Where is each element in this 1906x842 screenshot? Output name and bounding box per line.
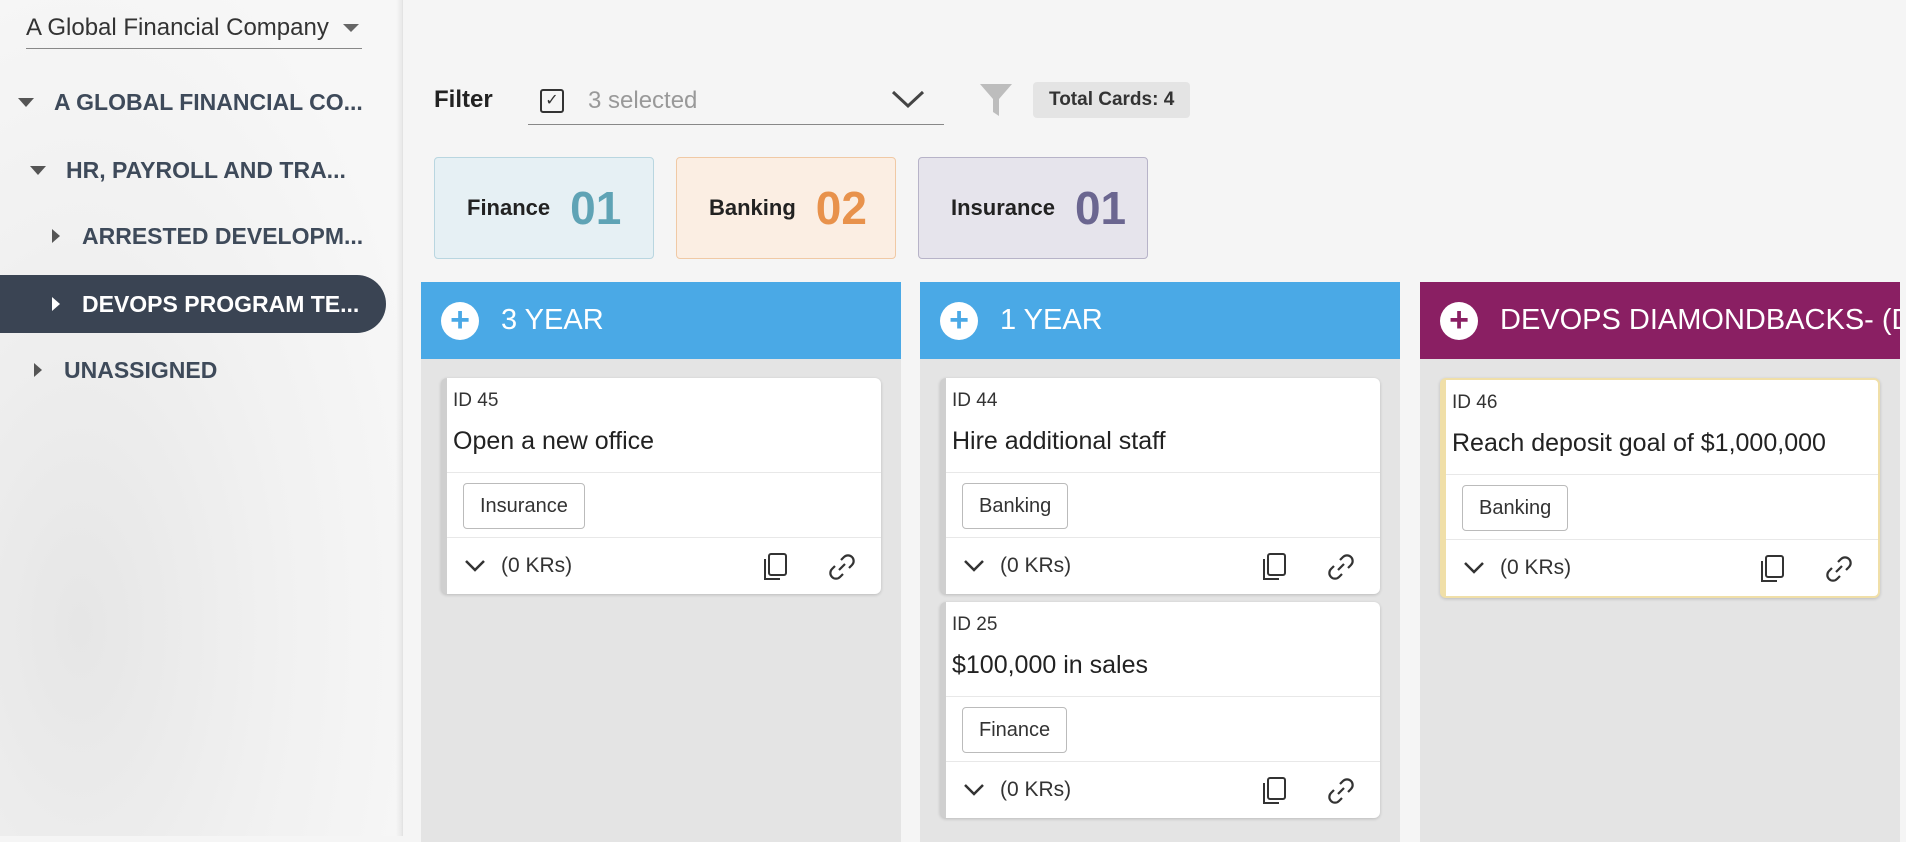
tree-item-label: ARRESTED DEVELOPM...	[82, 222, 364, 249]
column-header: + 1 YEAR	[920, 282, 1400, 359]
copy-icon[interactable]	[1260, 776, 1288, 806]
card-tag-row: Banking	[946, 472, 1380, 537]
chevron-down-icon	[891, 90, 925, 109]
expand-right-icon[interactable]	[34, 363, 42, 377]
category-tag[interactable]: Banking	[1462, 485, 1569, 531]
category-tag[interactable]: Finance	[962, 707, 1068, 753]
column-3-year: + 3 YEAR ID 45 Open a new office Insuran…	[421, 282, 901, 842]
objective-card[interactable]: ID 45 Open a new office Insurance (0 KRs…	[441, 378, 881, 594]
category-tag[interactable]: Banking	[962, 483, 1069, 529]
category-filter-select[interactable]: ✓ 3 selected	[528, 78, 944, 125]
column-header: + 3 YEAR	[421, 282, 901, 359]
card-title: Reach deposit goal of $1,000,000	[1452, 429, 1826, 457]
card-title: $100,000 in sales	[952, 651, 1148, 679]
column-title: 1 YEAR	[1000, 304, 1103, 336]
add-card-plus-icon[interactable]: +	[940, 301, 978, 340]
expand-chevron-icon[interactable]	[463, 558, 487, 574]
sidebar: A Global Financial Company A GLOBAL FINA…	[0, 0, 403, 836]
category-name: Banking	[709, 195, 796, 220]
category-tile-insurance[interactable]: Insurance 01	[918, 157, 1148, 259]
category-name: Insurance	[951, 195, 1055, 220]
copy-icon[interactable]	[1260, 552, 1288, 582]
column-1-year: + 1 YEAR ID 44 Hire additional staff Ban…	[920, 282, 1400, 842]
tree-item-global-financial[interactable]: A GLOBAL FINANCIAL CO...	[18, 74, 363, 130]
tree-item-devops-program[interactable]: DEVOPS PROGRAM TE...	[0, 275, 386, 333]
card-id: ID 44	[952, 390, 998, 411]
card-footer: (0 KRs)	[1446, 539, 1878, 596]
link-icon[interactable]	[1326, 552, 1356, 582]
expand-down-icon[interactable]	[30, 165, 46, 175]
add-card-plus-icon[interactable]: +	[441, 301, 479, 340]
card-footer: (0 KRs)	[946, 761, 1380, 818]
column-title: 3 YEAR	[501, 304, 604, 336]
card-id: ID 46	[1452, 392, 1498, 413]
card-id: ID 45	[453, 390, 499, 411]
add-card-plus-icon[interactable]: +	[1440, 301, 1478, 340]
category-tile-banking[interactable]: Banking 02	[676, 157, 896, 259]
tree-item-hr-payroll[interactable]: HR, PAYROLL AND TRA...	[30, 142, 346, 198]
tree-item-label: DEVOPS PROGRAM TE...	[82, 290, 360, 317]
category-tile-finance[interactable]: Finance 01	[434, 157, 654, 259]
filter-funnel-icon[interactable]	[978, 82, 1014, 118]
expand-chevron-icon[interactable]	[962, 782, 986, 798]
link-icon[interactable]	[1326, 776, 1356, 806]
expand-chevron-icon[interactable]	[962, 558, 986, 574]
card-title: Open a new office	[453, 427, 655, 455]
expand-chevron-icon[interactable]	[1462, 560, 1486, 576]
expand-right-icon[interactable]	[52, 297, 60, 311]
card-id: ID 25	[952, 614, 998, 635]
card-title: Hire additional staff	[952, 427, 1166, 455]
card-tag-row: Insurance	[447, 472, 881, 537]
card-footer: (0 KRs)	[946, 537, 1380, 594]
objective-card[interactable]: ID 44 Hire additional staff Banking (0 K…	[940, 378, 1380, 594]
copy-icon[interactable]	[1758, 554, 1786, 584]
company-select-value: A Global Financial Company	[26, 14, 329, 41]
tree-item-label: UNASSIGNED	[64, 356, 218, 383]
card-tag-row: Finance	[946, 696, 1380, 761]
krs-count: (0 KRs)	[1500, 556, 1572, 579]
column-header: + DEVOPS DIAMONDBACKS- (D...	[1420, 282, 1900, 359]
category-count: 01	[1074, 182, 1127, 234]
category-tag[interactable]: Insurance	[463, 483, 585, 529]
category-count: 01	[570, 182, 622, 234]
krs-count: (0 KRs)	[1000, 554, 1072, 577]
tree-item-unassigned[interactable]: UNASSIGNED	[34, 342, 217, 398]
filter-label: Filter	[434, 86, 493, 113]
expand-down-icon[interactable]	[18, 97, 34, 107]
column-devops-diamondbacks: + DEVOPS DIAMONDBACKS- (D... ID 46 Reach…	[1420, 282, 1900, 842]
link-icon[interactable]	[827, 552, 857, 582]
copy-icon[interactable]	[761, 552, 789, 582]
filter-selected-text: 3 selected	[588, 87, 698, 114]
objective-card[interactable]: ID 25 $100,000 in sales Finance (0 KRs)	[940, 602, 1380, 818]
category-count: 02	[815, 182, 867, 234]
tree-item-arrested-development[interactable]: ARRESTED DEVELOPM...	[52, 208, 363, 264]
checkbox-checked-icon: ✓	[540, 89, 564, 113]
tree-item-label: HR, PAYROLL AND TRA...	[66, 156, 346, 183]
expand-right-icon[interactable]	[52, 229, 60, 243]
column-title: DEVOPS DIAMONDBACKS- (D...	[1500, 304, 1900, 336]
total-cards-badge: Total Cards: 4	[1033, 82, 1191, 118]
card-footer: (0 KRs)	[447, 537, 881, 594]
krs-count: (0 KRs)	[1000, 778, 1072, 801]
category-name: Finance	[467, 195, 551, 220]
caret-down-icon	[342, 24, 359, 32]
objective-card[interactable]: ID 46 Reach deposit goal of $1,000,000 B…	[1440, 378, 1880, 598]
krs-count: (0 KRs)	[501, 554, 573, 577]
tree-item-label: A GLOBAL FINANCIAL CO...	[54, 88, 363, 115]
link-icon[interactable]	[1824, 554, 1854, 584]
company-select[interactable]: A Global Financial Company	[26, 8, 362, 49]
card-tag-row: Banking	[1446, 474, 1878, 539]
